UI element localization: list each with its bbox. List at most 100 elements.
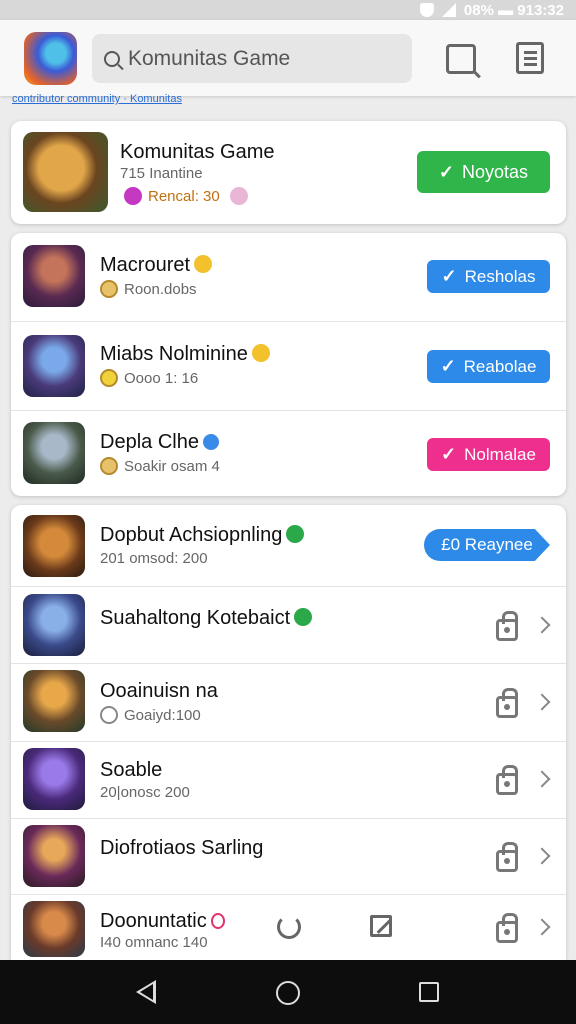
search-bar[interactable] [92, 34, 412, 83]
game-avatar [23, 422, 85, 484]
game-avatar [23, 245, 85, 307]
achievement-card: Dopbut Achsiopnling 201 omsod: 200 £0 Re… [11, 505, 566, 960]
featured-row[interactable]: Komunitas Game 715 Inantine Rencal: 30 ✓… [11, 121, 566, 224]
verified-icon [202, 434, 219, 450]
item-subtitle-text: Soakir osam 4 [124, 457, 220, 475]
shield-icon [419, 3, 434, 17]
check-icon: ✓ [440, 356, 456, 376]
featured-title: Komunitas Game [120, 141, 275, 163]
join-button[interactable]: ✓ Noyotas [417, 151, 550, 193]
item-subtitle: Oooo 1: 16 [100, 369, 198, 387]
coin-icon [100, 706, 118, 724]
search-icon [104, 50, 120, 67]
item-subtitle: Goaiyd:100 [100, 706, 201, 724]
app-logo[interactable] [24, 32, 77, 85]
lock-icon [496, 611, 518, 641]
list-item[interactable]: Soable 20|onosc 200 [11, 741, 566, 818]
list-item[interactable]: Suahaltong Kotebaict [11, 586, 566, 663]
item-title-text: Miabs Nolminine [100, 343, 248, 365]
lock-icon [496, 688, 518, 718]
list-item[interactable]: Dopbut Achsiopnling 201 omsod: 200 £0 Re… [11, 505, 566, 586]
search-input[interactable] [128, 46, 398, 71]
lock-icon [496, 913, 518, 943]
item-title-text: Doonuntatic [100, 910, 207, 932]
follow-button[interactable]: ✓ Nolmalae [427, 438, 550, 471]
item-subtitle-text: Oooo 1: 16 [124, 369, 199, 387]
link-strip[interactable]: contributor community · Komunitas [12, 93, 302, 105]
coin-icon [100, 280, 118, 298]
verified-icon [286, 525, 305, 543]
check-icon: ✓ [441, 444, 457, 464]
list-item[interactable]: Ooainuisn na Goaiyd:100 [11, 663, 566, 741]
item-title: Depla Clhe [100, 431, 219, 454]
status-text: 08% ▬ 913:32 [463, 1, 564, 19]
search-square-icon[interactable] [446, 44, 476, 74]
item-subtitle-text: Roon.dobs [124, 280, 197, 298]
item-subtitle: 201 omsod: 200 [100, 550, 208, 567]
button-label: Reabolae [463, 356, 537, 376]
list-icon[interactable] [516, 42, 544, 74]
verified-icon [124, 187, 142, 205]
game-avatar [23, 825, 85, 887]
status-bar: 08% ▬ 913:32 [0, 0, 576, 20]
status-icons: 08% ▬ 913:32 [419, 0, 564, 20]
reward-tag[interactable]: £0 Reaynee [424, 529, 550, 561]
home-icon[interactable] [276, 981, 300, 1005]
list-item[interactable]: Macrouret Roon.dobs ✓ Resholas [11, 233, 566, 321]
check-icon: ✓ [438, 161, 455, 182]
game-avatar [23, 335, 85, 397]
item-subtitle: 20|onosc 200 [100, 784, 190, 801]
item-title: Ooainuisn na [100, 680, 218, 702]
item-title-text: Dopbut Achsiopnling [100, 524, 283, 546]
emoji-icon [194, 255, 213, 273]
game-avatar [23, 594, 85, 656]
item-title: Macrouret [100, 254, 213, 277]
chevron-right-icon[interactable] [533, 847, 551, 865]
recent-apps-icon[interactable] [419, 982, 439, 1002]
item-subtitle: I40 omnanc 140 [100, 934, 208, 951]
item-subtitle: Soakir osam 4 [100, 457, 220, 475]
list-item[interactable]: Depla Clhe Soakir osam 4 ✓ Nolmalae [11, 410, 566, 496]
game-avatar [23, 748, 85, 810]
list-line [524, 63, 537, 66]
list-item[interactable]: Miabs Nolminine Oooo 1: 16 ✓ Reabolae [11, 321, 566, 410]
item-title-text: Depla Clhe [100, 431, 199, 453]
featured-meta-text: Rencal: 30 [148, 187, 220, 205]
lock-icon [496, 842, 518, 872]
game-avatar [23, 515, 85, 577]
item-title: Miabs Nolminine [100, 343, 270, 366]
list-line [524, 57, 537, 60]
item-title: Diofrotiaos Sarling [100, 837, 264, 859]
game-avatar [23, 132, 108, 212]
emoji-icon [251, 344, 270, 362]
featured-meta: Rencal: 30 [120, 187, 248, 205]
app-bar [0, 20, 576, 96]
item-title-text: Macrouret [100, 254, 191, 276]
chevron-right-icon[interactable] [533, 918, 551, 936]
list-line [524, 51, 537, 54]
featured-subtitle: 715 Inantine [120, 165, 203, 182]
edit-icon[interactable] [370, 915, 392, 937]
chevron-right-icon[interactable] [533, 770, 551, 788]
coin-icon [100, 457, 118, 475]
follow-button[interactable]: ✓ Reabolae [427, 350, 550, 383]
check-icon: ✓ [441, 266, 457, 286]
list-item[interactable]: Doonuntatic I40 omnanc 140 [11, 894, 566, 960]
emoji-icon [229, 187, 248, 205]
game-avatar [23, 670, 85, 732]
item-title: Dopbut Achsiopnling [100, 524, 305, 547]
signal-icon [441, 3, 456, 17]
chevron-right-icon[interactable] [533, 693, 551, 711]
system-nav-bar [0, 960, 576, 1024]
item-title: Suahaltong Kotebaict [100, 607, 313, 630]
item-title: Soable [100, 759, 163, 781]
refresh-icon[interactable] [277, 915, 301, 939]
featured-card: Komunitas Game 715 Inantine Rencal: 30 ✓… [11, 121, 566, 224]
item-subtitle: Roon.dobs [100, 280, 197, 298]
follow-button[interactable]: ✓ Resholas [427, 260, 550, 293]
verified-icon [294, 608, 313, 626]
lock-icon [496, 765, 518, 795]
list-item[interactable]: Diofrotiaos Sarling [11, 818, 566, 894]
back-icon[interactable] [136, 980, 156, 1004]
chevron-right-icon[interactable] [533, 616, 551, 634]
